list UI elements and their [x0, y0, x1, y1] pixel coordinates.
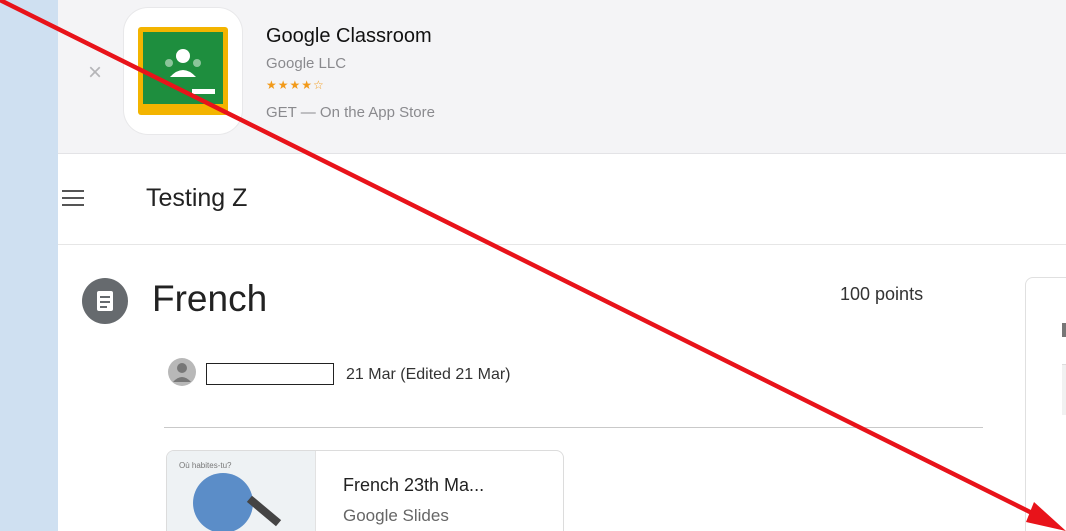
redacted-teacher-name — [206, 363, 334, 385]
left-margin-strip — [0, 0, 58, 531]
class-title[interactable]: Testing Z — [146, 184, 247, 213]
attachment-title: French 23th Ma... — [343, 475, 485, 495]
points-label: 100 points — [840, 284, 924, 304]
rating-stars: ★★★★☆ — [266, 78, 325, 92]
app-store-banner[interactable]: × Google Classroom Google LLC ★★★★☆ GET … — [58, 0, 1066, 154]
get-app-link[interactable]: GET — On the App Store — [266, 104, 435, 121]
close-icon[interactable]: × — [82, 60, 108, 86]
app-developer: Google LLC — [266, 55, 347, 72]
google-classroom-app-icon[interactable] — [124, 8, 242, 134]
classroom-header: Testing Z — [58, 154, 1066, 245]
classroom-page: × Google Classroom Google LLC ★★★★☆ GET … — [58, 0, 1066, 531]
globe-icon — [193, 473, 253, 531]
thumbnail-caption: Où habites-tu? — [179, 461, 232, 470]
card-field — [1062, 364, 1066, 415]
teacher-avatar — [168, 358, 196, 386]
assignment-icon — [82, 278, 128, 324]
app-title: Google Classroom — [266, 25, 432, 47]
google-slides-attachment[interactable]: Où habites-tu? French 23th Ma... Google … — [166, 450, 564, 531]
post-date: 21 Mar (Edited 21 Mar) — [346, 366, 511, 383]
attachment-type: Google Slides — [343, 506, 449, 525]
people-icon — [165, 49, 215, 94]
card-text-fragment — [1062, 323, 1066, 337]
classroom-board-icon — [138, 27, 228, 115]
magnifier-icon — [246, 495, 282, 527]
hamburger-menu-icon[interactable] — [62, 190, 84, 208]
your-work-card — [1025, 277, 1066, 531]
avatar-icon — [173, 363, 191, 382]
slides-thumbnail: Où habites-tu? — [167, 451, 316, 531]
content-divider — [164, 427, 983, 428]
assignment-title: French — [152, 278, 268, 319]
